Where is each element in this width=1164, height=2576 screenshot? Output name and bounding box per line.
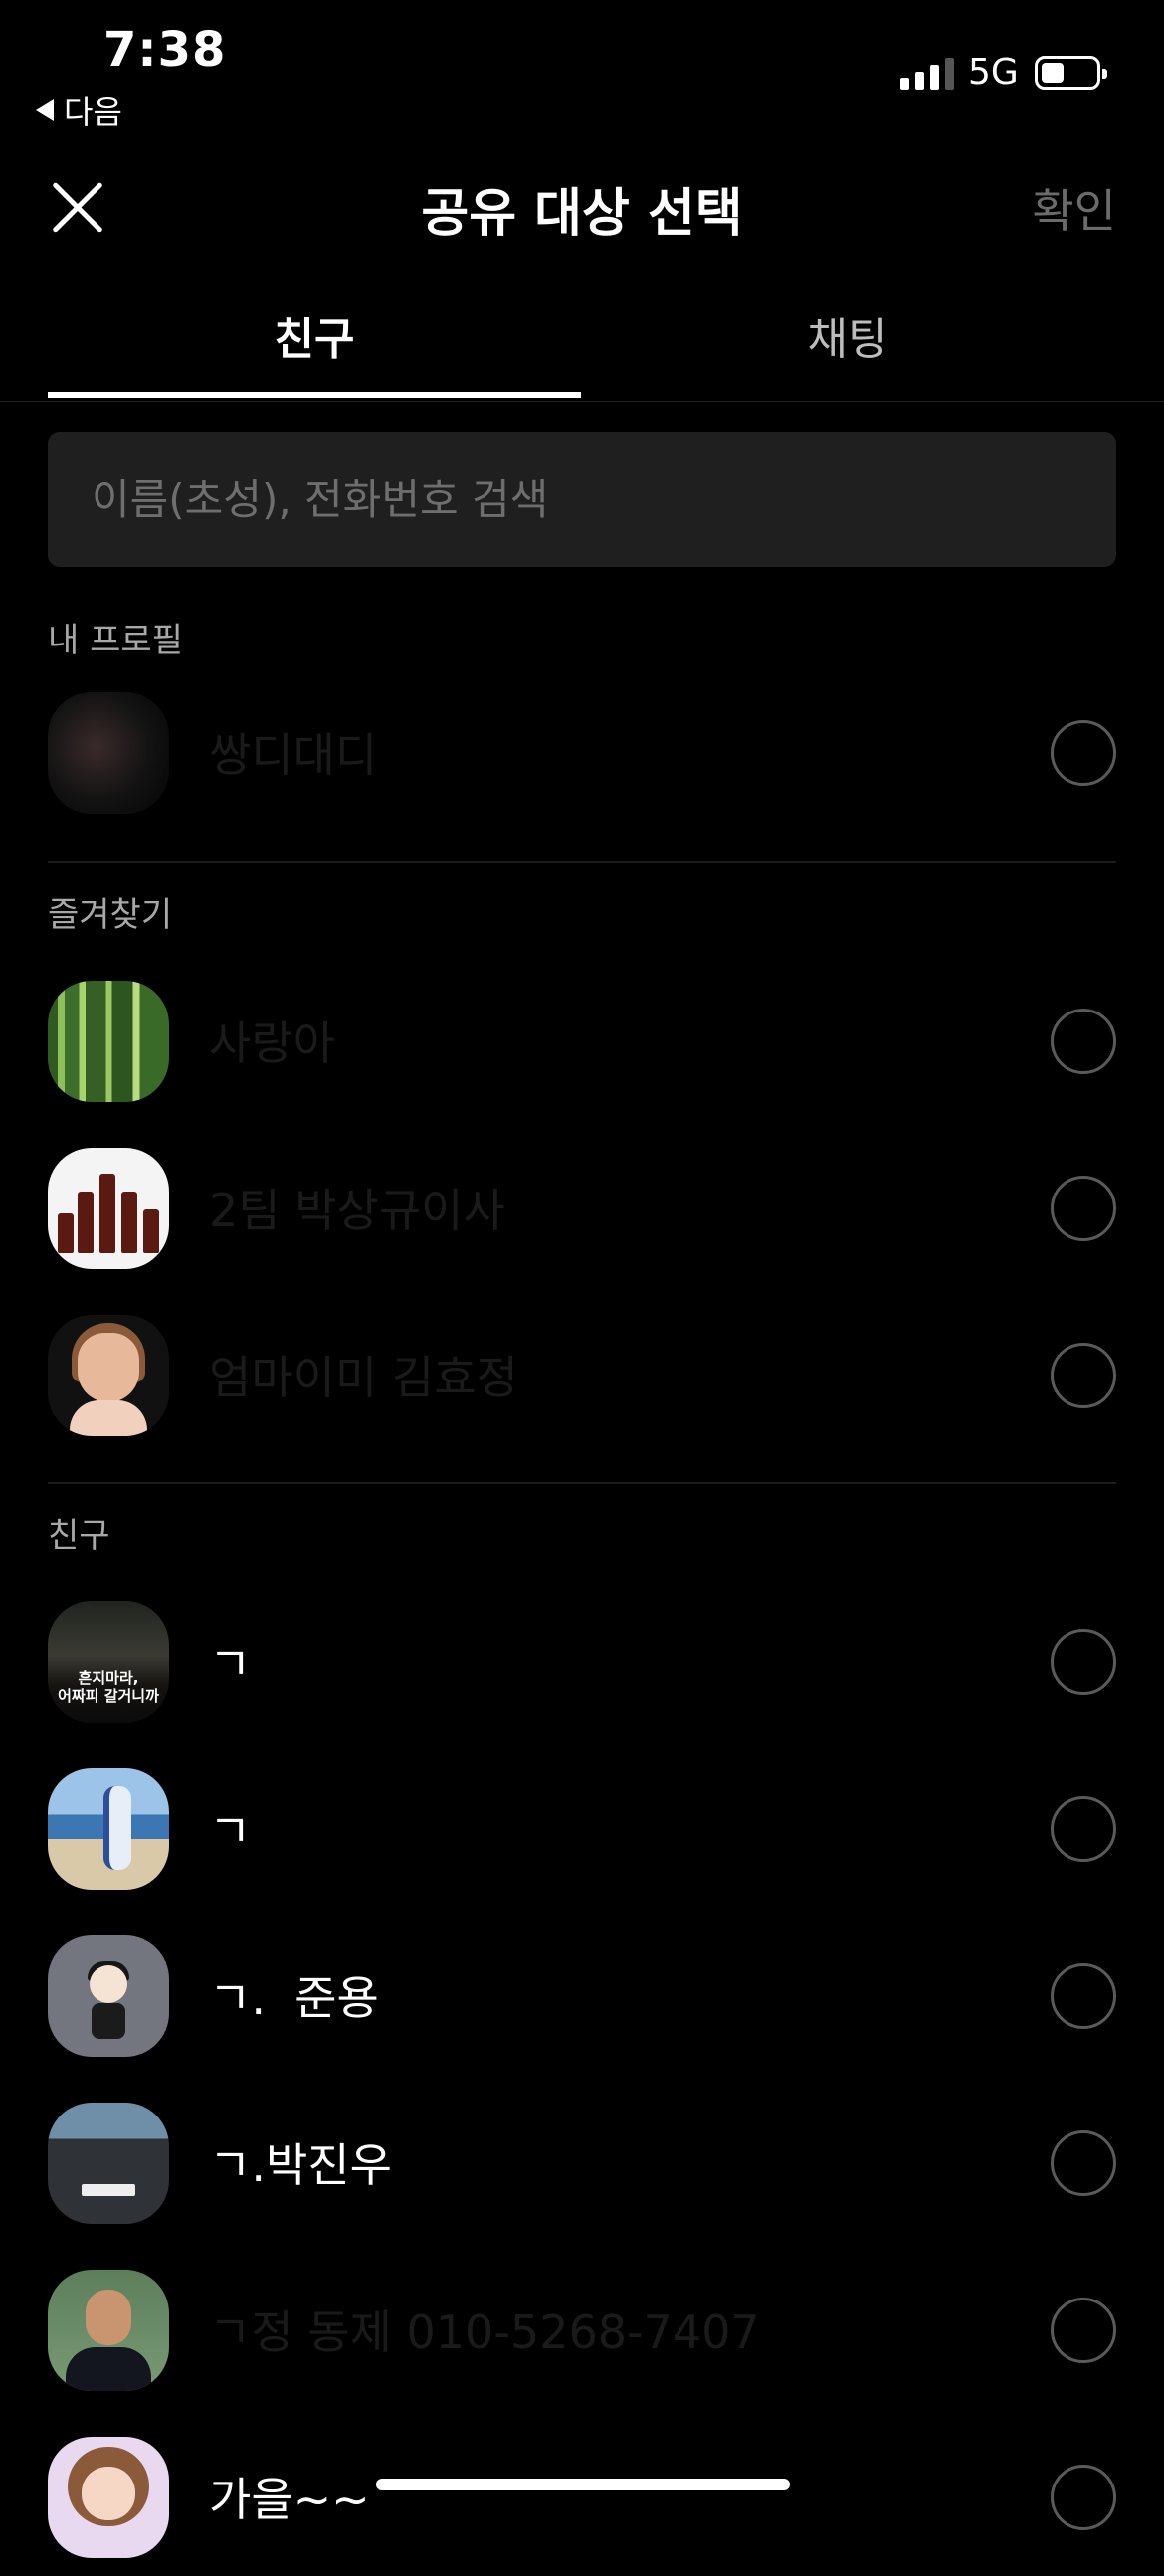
list-item[interactable]: ㄱ [0, 1748, 1164, 1908]
list-item[interactable]: 흔지마라, 어짜피 갈거니까 ㄱ [0, 1581, 1164, 1741]
avatar [48, 981, 169, 1102]
tab-chats[interactable]: 채팅 [581, 303, 1114, 367]
list-item[interactable]: ㄱ. 준용 [0, 1916, 1164, 2075]
contact-name: 엄마이미 김효정 [209, 1351, 518, 1404]
confirm-button[interactable]: 확인 [1032, 175, 1116, 241]
section-label-my-profile: 내 프로필 [48, 621, 183, 660]
active-tab-indicator [48, 392, 581, 398]
select-radio[interactable] [1051, 1009, 1116, 1074]
back-to-app-button[interactable]: 다음 [36, 88, 122, 133]
list-item[interactable]: ㄱ정 동제 010-5268-7407 [0, 2250, 1164, 2409]
avatar [48, 1768, 169, 1890]
battery-icon [1035, 56, 1107, 90]
contact-name: ㄱ.박진우 [209, 2138, 392, 2192]
back-app-label: 다음 [64, 93, 122, 131]
select-radio[interactable] [1051, 2298, 1116, 2363]
avatar [48, 1148, 169, 1269]
search-box[interactable] [48, 432, 1116, 567]
back-triangle-icon [36, 99, 54, 121]
select-radio[interactable] [1051, 1629, 1116, 1695]
select-radio[interactable] [1051, 720, 1116, 786]
section-divider [48, 861, 1116, 863]
avatar [48, 2270, 169, 2391]
contact-name: ㄱ [209, 1637, 252, 1691]
contact-name: ㄱ [209, 1804, 252, 1858]
list-item[interactable]: 엄마이미 김효정 [0, 1295, 1164, 1454]
select-radio[interactable] [1051, 2130, 1116, 2196]
section-label-friends: 친구 [48, 1516, 110, 1556]
section-divider [48, 1482, 1116, 1484]
select-radio[interactable] [1051, 1796, 1116, 1862]
avatar [48, 1935, 169, 2057]
page-title: 공유 대상 선택 [421, 184, 743, 244]
contact-name: ㄱ. 준용 [209, 1971, 379, 2025]
tab-friends[interactable]: 친구 [48, 303, 581, 367]
select-radio[interactable] [1051, 1343, 1116, 1408]
section-label-favorites: 즐겨찾기 [48, 895, 173, 935]
avatar [48, 692, 169, 814]
select-radio[interactable] [1051, 2465, 1116, 2530]
contact-name: 가을~~ [209, 2473, 370, 2526]
select-radio[interactable] [1051, 1176, 1116, 1241]
list-item[interactable]: 2팀 박상규이사 [0, 1128, 1164, 1287]
avatar [48, 1315, 169, 1436]
cellular-signal-icon [900, 58, 954, 90]
home-indicator[interactable] [376, 2479, 790, 2490]
status-time: 7:38 [103, 22, 227, 78]
list-item[interactable]: 가을~~ [0, 2417, 1164, 2576]
select-radio[interactable] [1051, 1963, 1116, 2029]
list-item[interactable]: 쌍디대디 [0, 672, 1164, 831]
avatar [48, 2437, 169, 2558]
contact-name: 2팀 박상규이사 [209, 1184, 505, 1237]
contact-name: 사랑아 [209, 1016, 335, 1070]
contact-name: 쌍디대디 [209, 728, 378, 782]
tab-divider [0, 401, 1164, 402]
list-item[interactable]: ㄱ.박진우 [0, 2083, 1164, 2242]
contact-name: ㄱ정 동제 010-5268-7407 [209, 2305, 760, 2359]
avatar: 흔지마라, 어짜피 갈거니까 [48, 1601, 169, 1723]
network-type: 5G [968, 52, 1019, 92]
search-input[interactable] [90, 473, 1074, 525]
avatar [48, 2103, 169, 2224]
list-item[interactable]: 사랑아 [0, 961, 1164, 1120]
avatar-caption: 흔지마라, 어짜피 갈거니까 [58, 1669, 159, 1705]
